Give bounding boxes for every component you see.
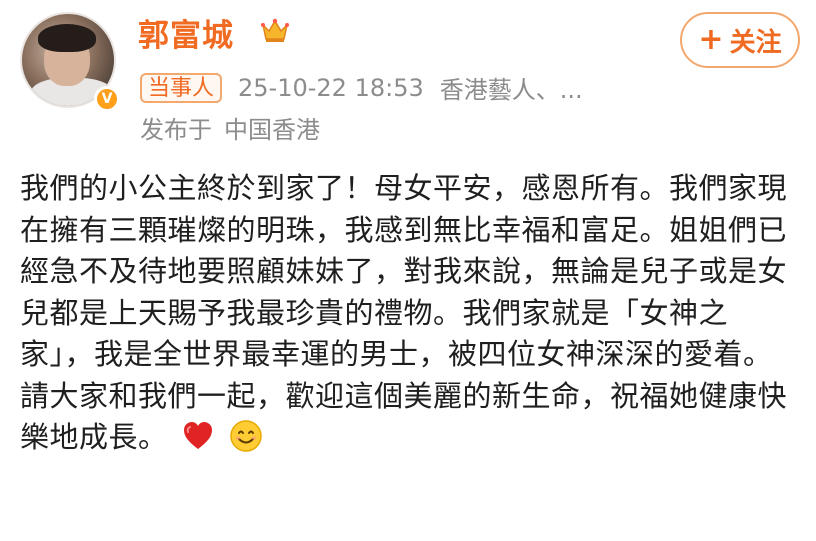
post-text: 我們的小公主終於到家了！母女平安，感恩所有。我們家現在擁有三顆璀燦的明珠，我感到…: [20, 171, 788, 454]
crown-icon: [261, 18, 289, 42]
plus-icon: +: [698, 22, 724, 57]
status-badge: 当事人: [140, 72, 223, 103]
post-meta: 当事人 25-10-22 18:53 香港藝人、...: [140, 70, 583, 105]
user-tagline[interactable]: 香港藝人、...: [440, 70, 583, 105]
avatar-container[interactable]: V: [20, 12, 120, 112]
post-content: 我們的小公主終於到家了！母女平安，感恩所有。我們家現在擁有三顆璀燦的明珠，我感到…: [20, 168, 800, 459]
published-label: 发布于: [140, 116, 212, 144]
user-name[interactable]: 郭富城: [138, 10, 234, 55]
red-heart-emoji: [184, 422, 213, 449]
verified-icon: V: [94, 86, 120, 112]
location-value: 中国香港: [224, 116, 320, 144]
post-location: 发布于 中国香港: [140, 110, 320, 145]
smiling-face-emoji: [230, 420, 262, 452]
post-timestamp: 25-10-22 18:53: [238, 73, 424, 102]
follow-button[interactable]: + 关注: [680, 12, 800, 68]
follow-label: 关注: [729, 27, 782, 58]
